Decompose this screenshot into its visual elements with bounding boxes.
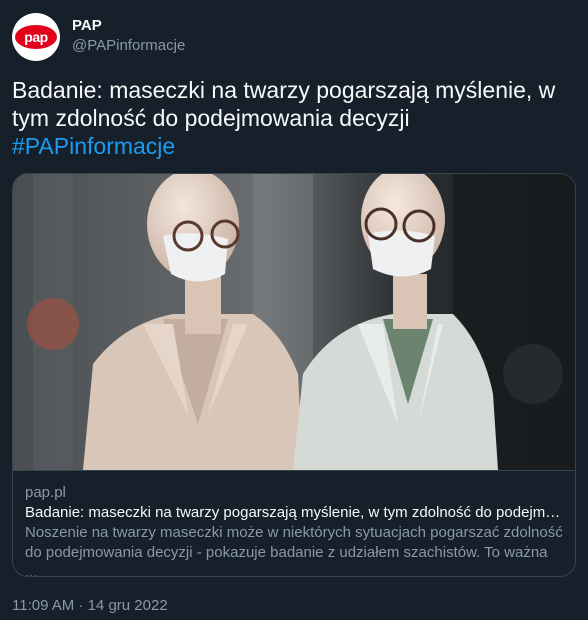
- card-description-line: do podejmowania decyzji - pokazuje badan…: [25, 544, 548, 577]
- mannequins-photo: [13, 174, 575, 470]
- card-description: Noszenie na twarzy maseczki może w niekt…: [25, 523, 563, 577]
- card-description-line: Noszenie na twarzy maseczki może w niekt…: [25, 524, 563, 541]
- hashtag-link[interactable]: #PAPinformacje: [12, 133, 175, 159]
- tweet: pap PAP @PAPinformacje Badanie: maseczki…: [0, 0, 588, 620]
- pap-logo-text: pap: [24, 29, 48, 45]
- tweet-text: Badanie: maseczki na twarzy pogarszają m…: [12, 76, 576, 160]
- author-display-name[interactable]: PAP: [72, 16, 185, 36]
- card-image[interactable]: [13, 174, 575, 470]
- pap-logo: pap: [15, 25, 57, 49]
- author-names: PAP @PAPinformacje: [72, 16, 185, 56]
- card-title: Badanie: maseczki na twarzy pogarszają m…: [25, 504, 563, 521]
- tweet-timestamp[interactable]: 11:09 AM · 14 gru 2022: [12, 596, 168, 616]
- card-domain: pap.pl: [25, 484, 66, 501]
- author-handle[interactable]: @PAPinformacje: [72, 36, 185, 56]
- card-meta[interactable]: pap.pl Badanie: maseczki na twarzy pogar…: [13, 470, 575, 576]
- link-card[interactable]: pap.pl Badanie: maseczki na twarzy pogar…: [12, 173, 576, 577]
- tweet-body: Badanie: maseczki na twarzy pogarszają m…: [12, 77, 556, 131]
- avatar[interactable]: pap: [12, 13, 60, 61]
- tweet-header: pap PAP @PAPinformacje: [12, 12, 185, 62]
